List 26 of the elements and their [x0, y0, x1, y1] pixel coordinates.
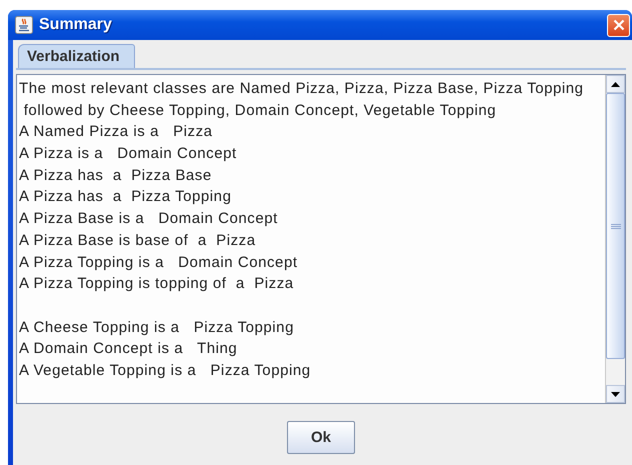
- down-arrow-icon: [611, 392, 620, 396]
- coffee-cup-icon: [15, 16, 33, 34]
- close-button[interactable]: [607, 14, 630, 36]
- text-line: A Pizza has a Pizza Topping: [19, 187, 232, 208]
- up-arrow-icon: [611, 82, 620, 86]
- text-line: A Pizza Topping is topping of a Pizza: [19, 274, 295, 294]
- text-line: A Pizza has a Pizza Base: [19, 166, 213, 186]
- ok-button[interactable]: Ok: [287, 421, 355, 454]
- text-area[interactable]: [16, 74, 626, 404]
- tab[interactable]: Verbalization: [18, 44, 135, 68]
- scroll-up-button[interactable]: [606, 75, 625, 93]
- text-line: A Named Pizza is a Pizza: [19, 122, 214, 142]
- text-line: A Pizza Base is base of a Pizza: [19, 230, 257, 251]
- scroll-down-button[interactable]: [606, 385, 625, 403]
- close-icon: [612, 19, 624, 31]
- scroll-thumb[interactable]: [606, 93, 625, 359]
- text-line: followed by Cheese Topping, Domain Concept, Vegetable Topping: [22, 100, 498, 121]
- text-line: The most relevant classes are Named Pizza, Pizza, Pizza Base, Pizza Topping: [19, 79, 585, 99]
- text-line: A Pizza Topping is a Domain Concept: [19, 252, 299, 272]
- text-line: A Vegetable Topping is a Pizza Topping: [19, 360, 312, 381]
- window-title: Summary: [39, 16, 113, 34]
- text-line: A Domain Concept is a Thing: [19, 339, 238, 360]
- text-line: A Pizza Base is a Domain Concept: [19, 209, 279, 230]
- text-line: A Cheese Topping is a Pizza Topping: [19, 318, 295, 338]
- text-line: A Pizza is a Domain Concept: [19, 144, 238, 164]
- scrollbar[interactable]: [605, 75, 625, 403]
